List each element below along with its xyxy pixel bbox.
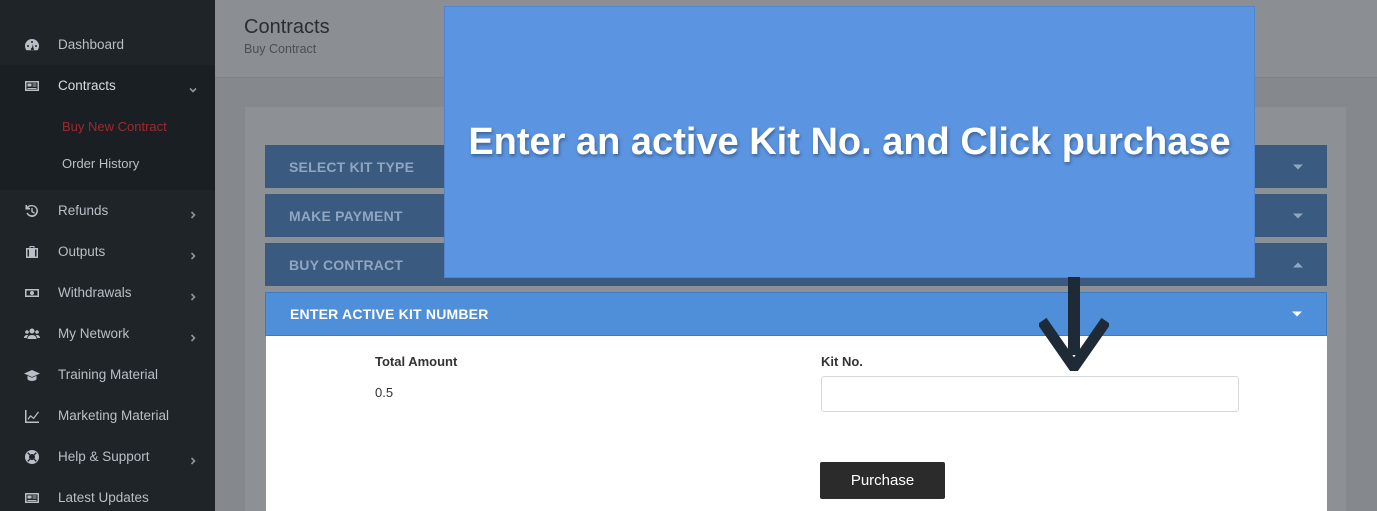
sidebar-item-label: Training Material — [58, 367, 159, 382]
caret-up-icon — [1293, 262, 1303, 267]
sidebar-item-label: My Network — [58, 326, 130, 341]
contracts-submenu: Buy New Contract Order History — [0, 106, 215, 190]
chevron-right-icon — [189, 207, 197, 219]
tutorial-callout: Enter an active Kit No. and Click purcha… — [444, 6, 1255, 278]
purchase-button[interactable]: Purchase — [820, 462, 945, 499]
money-icon — [23, 284, 41, 302]
arrow-down-icon — [1039, 277, 1109, 371]
accordion-label: MAKE PAYMENT — [289, 207, 403, 224]
total-amount-value: 0.5 — [375, 385, 394, 400]
accordion-label: SELECT KIT TYPE — [289, 158, 415, 175]
sidebar-item-label: Refunds — [58, 203, 109, 218]
sidebar-item-label: Contracts — [58, 78, 116, 93]
sidebar-item-withdrawals[interactable]: Withdrawals — [0, 272, 215, 313]
sidebar: Dashboard Contracts Buy New Contract Ord… — [0, 0, 215, 511]
breadcrumb: Buy Contract — [244, 42, 317, 56]
sidebar-item-dashboard[interactable]: Dashboard — [0, 24, 215, 65]
sidebar-item-label: Dashboard — [58, 37, 125, 52]
caret-down-icon — [1293, 164, 1303, 169]
callout-instruction: Enter an active Kit No. and Click purcha… — [468, 121, 1231, 163]
sidebar-subitem-order-history[interactable]: Order History — [0, 145, 215, 182]
kit-no-input[interactable] — [821, 376, 1239, 412]
sidebar-subitem-buy-new-contract[interactable]: Buy New Contract — [0, 108, 215, 145]
chevron-right-icon — [189, 330, 197, 342]
sidebar-item-label: Marketing Material — [58, 408, 170, 423]
newspaper-icon — [23, 489, 41, 507]
chevron-right-icon — [189, 453, 197, 465]
chevron-down-icon — [189, 82, 197, 93]
sidebar-item-latest-updates[interactable]: Latest Updates — [0, 477, 215, 511]
lifebuoy-icon — [23, 448, 41, 466]
dashboard-icon — [23, 36, 41, 54]
sidebar-item-training-material[interactable]: Training Material — [0, 354, 215, 395]
sidebar-item-outputs[interactable]: Outputs — [0, 231, 215, 272]
users-icon — [23, 325, 41, 343]
sidebar-item-help-support[interactable]: Help & Support — [0, 436, 215, 477]
total-amount-label: Total Amount — [375, 354, 458, 369]
accordion-enter-active-kit-number[interactable]: ENTER ACTIVE KIT NUMBER — [265, 292, 1327, 336]
caret-down-icon — [1293, 213, 1303, 218]
sidebar-item-contracts[interactable]: Contracts — [0, 65, 215, 106]
graduation-cap-icon — [23, 366, 41, 384]
refund-icon — [23, 202, 41, 220]
accordion-label: BUY CONTRACT — [289, 256, 404, 273]
caret-down-icon — [1292, 311, 1302, 317]
page-title: Contracts — [244, 16, 330, 38]
kit-no-label: Kit No. — [821, 354, 863, 369]
sidebar-item-refunds[interactable]: Refunds — [0, 190, 215, 231]
kit-number-panel: Total Amount 0.5 Kit No. Purchase — [266, 336, 1327, 511]
line-chart-icon — [23, 407, 41, 425]
sidebar-item-marketing-material[interactable]: Marketing Material — [0, 395, 215, 436]
chevron-right-icon — [189, 289, 197, 301]
sidebar-item-label: Withdrawals — [58, 285, 132, 300]
sidebar-item-label: Latest Updates — [58, 490, 149, 505]
sidebar-item-label: Help & Support — [58, 449, 150, 464]
contracts-icon — [23, 77, 41, 95]
accordion-label: ENTER ACTIVE KIT NUMBER — [290, 306, 489, 322]
sidebar-item-my-network[interactable]: My Network — [0, 313, 215, 354]
sidebar-item-label: Outputs — [58, 244, 106, 259]
chevron-right-icon — [189, 248, 197, 260]
briefcase-icon — [23, 243, 41, 261]
